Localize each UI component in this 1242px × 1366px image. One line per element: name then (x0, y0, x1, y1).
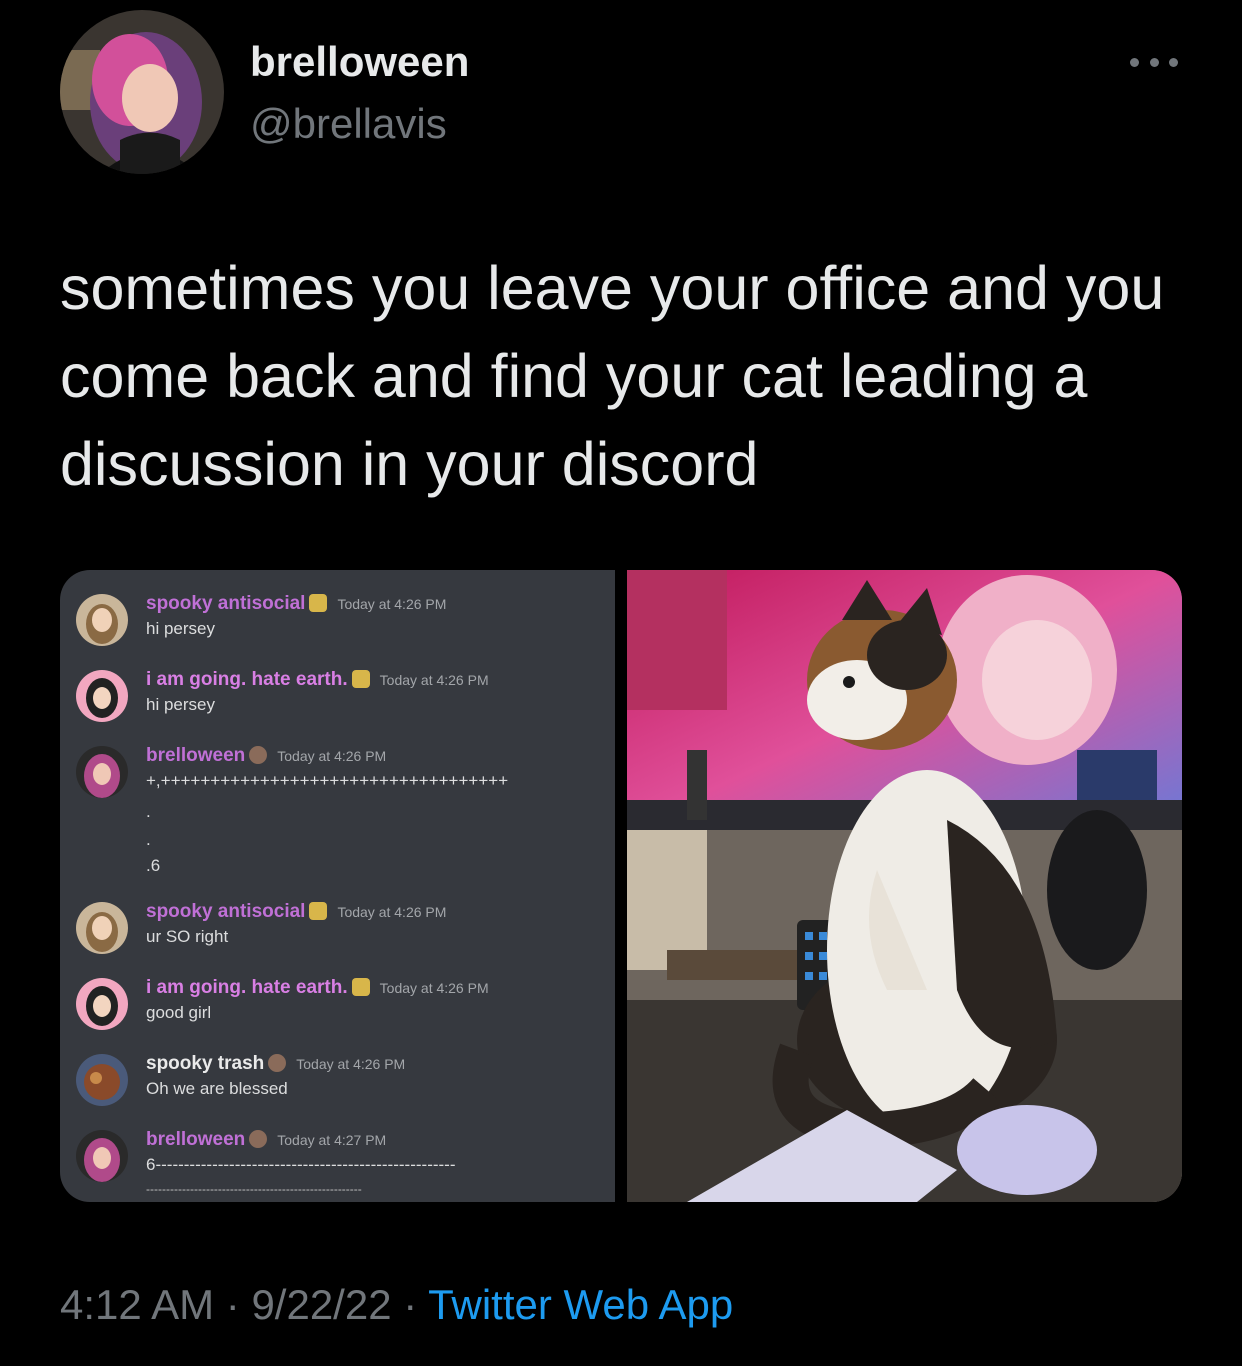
more-dot (1149, 57, 1159, 67)
message-body: ur SO right (146, 927, 229, 946)
more-dot (1169, 57, 1178, 67)
discord-message: spooky antisocial Today at 4:26 PM ur SO … (76, 900, 606, 970)
message-username[interactable]: i am going. hate earth. (146, 669, 348, 690)
cat-photo[interactable] (627, 570, 1182, 1202)
user-avatar (76, 594, 128, 646)
message-header: spooky trash Today at 4:26 PM (146, 1052, 405, 1076)
discord-message: brelloween Today at 4:26 PM +,+++++++++++… (76, 744, 606, 814)
discord-message: spooky antisocial Today at 4:26 PM hi per… (76, 592, 606, 662)
message-header: i am going. hate earth. Today at 4:26 PM (146, 668, 489, 692)
message-username[interactable]: spooky antisocial (146, 593, 305, 614)
message-header: i am going. hate earth. Today at 4:26 PM (146, 976, 489, 1000)
message-continuation: ----------------------------------------… (146, 1182, 362, 1196)
message-header: brelloween Today at 4:27 PM (146, 1128, 386, 1152)
message-body: hi persey (146, 619, 215, 638)
user-badge-icon (309, 594, 328, 612)
message-header: spooky antisocial Today at 4:26 PM (146, 592, 446, 616)
message-timestamp: Today at 4:26 PM (379, 980, 489, 996)
user-avatar (76, 902, 128, 954)
message-continuation: .6 (146, 856, 161, 875)
user-avatar (76, 978, 128, 1030)
message-timestamp: Today at 4:26 PM (337, 904, 447, 920)
user-badge-icon (351, 670, 370, 688)
meta-separator: · (214, 1281, 252, 1328)
message-body: Oh we are blessed (146, 1079, 288, 1098)
message-timestamp: Today at 4:26 PM (337, 596, 447, 612)
message-timestamp: Today at 4:26 PM (277, 748, 387, 764)
user-badge-icon (249, 1130, 268, 1148)
tweet-media[interactable]: spooky antisocial Today at 4:26 PM hi per… (60, 570, 1182, 1202)
message-timestamp: Today at 4:27 PM (277, 1132, 387, 1148)
message-username[interactable]: brelloween (146, 1129, 245, 1150)
message-header: brelloween Today at 4:26 PM (146, 744, 386, 768)
tweet-meta: 4:12 AM · 9/22/22 · Twitter Web App (60, 1278, 733, 1332)
message-timestamp: Today at 4:26 PM (379, 672, 489, 688)
user-avatar (76, 746, 128, 798)
message-continuation: . (146, 830, 151, 849)
user-avatar (76, 1130, 128, 1182)
discord-screenshot[interactable]: spooky antisocial Today at 4:26 PM hi per… (60, 570, 615, 1202)
user-badge-icon (268, 1054, 287, 1072)
message-username[interactable]: spooky trash (146, 1053, 264, 1074)
author-handle[interactable]: @brellavis (250, 98, 447, 150)
tweet-date[interactable]: 9/22/22 (251, 1281, 391, 1328)
message-body: hi persey (146, 695, 215, 714)
user-avatar (76, 670, 128, 722)
message-timestamp: Today at 4:26 PM (296, 1056, 406, 1072)
user-badge-icon (351, 978, 370, 996)
author-avatar[interactable] (60, 10, 224, 174)
tweet-source-link[interactable]: Twitter Web App (428, 1281, 733, 1328)
tweet-text: sometimes you leave your office and you … (60, 254, 1165, 498)
message-body: +,+++++++++++++++++++++++++++++++++++ (146, 771, 509, 790)
message-header: spooky antisocial Today at 4:26 PM (146, 900, 446, 924)
discord-message: spooky trash Today at 4:26 PM Oh we are b… (76, 1052, 606, 1122)
message-username[interactable]: spooky antisocial (146, 901, 305, 922)
meta-separator: · (391, 1281, 429, 1328)
more-horizontal-icon[interactable] (1130, 50, 1178, 74)
message-body: 6---------------------------------------… (146, 1155, 456, 1174)
discord-message: i am going. hate earth. Today at 4:26 PM … (76, 668, 606, 738)
message-continuation: . (146, 802, 151, 821)
user-badge-icon (249, 746, 268, 764)
message-username[interactable]: brelloween (146, 745, 245, 766)
discord-message: i am going. hate earth. Today at 4:26 PM … (76, 976, 606, 1046)
message-body: good girl (146, 1003, 212, 1022)
user-badge-icon (309, 902, 328, 920)
message-username[interactable]: i am going. hate earth. (146, 977, 348, 998)
user-avatar (76, 1054, 128, 1106)
author-display-name[interactable]: brelloween (250, 36, 469, 88)
more-dot (1130, 57, 1139, 67)
tweet-time[interactable]: 4:12 AM (60, 1281, 214, 1328)
